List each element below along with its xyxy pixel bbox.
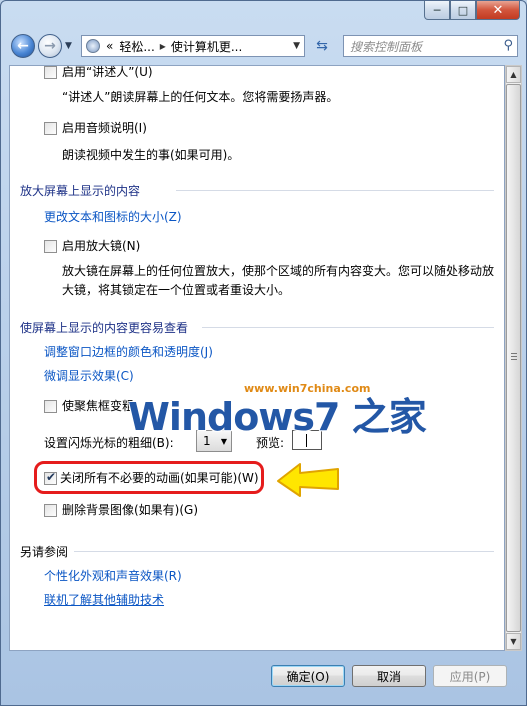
arrow-right-icon: → (44, 38, 56, 54)
personalize-link[interactable]: 个性化外观和声音效果(R) (44, 567, 182, 584)
text-cursor-icon (306, 434, 307, 447)
control-panel-window: ─ □ ✕ ← → ▼ « 轻松... ▸ 使计算机更... ▼ ⇆ 搜索控制面… (0, 0, 527, 706)
magnifier-description: 放大镜在屏幕上的任何位置放大，使那个区域的所有内容变大。您可以随处移动放大镜，将… (62, 264, 495, 297)
settings-content: 启用“讲述人”(U) “讲述人”朗读屏幕上的任何文本。您将需要扬声器。 启用音频… (9, 65, 505, 651)
magnify-section-title: 放大屏幕上显示的内容 (20, 184, 141, 198)
breadcrumb-separator-icon[interactable]: ▸ (160, 39, 166, 53)
cursor-thickness-value: 1 (203, 434, 211, 448)
magnifier-label[interactable]: 启用放大镜(N) (62, 237, 140, 254)
watermark-url: www.win7china.com (244, 382, 371, 395)
scrollbar-thumb[interactable] (506, 84, 521, 632)
breadcrumb-ease-of-access[interactable]: 轻松... (119, 38, 154, 55)
watermark-logo-text: Windows7 之家 (128, 395, 427, 439)
thick-focus-checkbox[interactable] (44, 400, 57, 413)
ok-button[interactable]: 确定(O) (271, 665, 345, 687)
scroll-down-icon[interactable]: ▼ (506, 633, 521, 650)
minimize-button[interactable]: ─ (424, 1, 450, 20)
fine-tune-display-link[interactable]: 微调显示效果(C) (44, 367, 134, 384)
section-divider (202, 327, 494, 328)
arrow-left-icon: ← (17, 38, 29, 54)
cursor-thickness-select[interactable]: 1 ▼ (196, 430, 232, 452)
address-bar[interactable]: « 轻松... ▸ 使计算机更... ▼ (81, 35, 305, 57)
easier-view-section-title: 使屏幕上显示的内容更容易查看 (20, 321, 189, 335)
recent-pages-dropdown[interactable]: ▼ (65, 41, 72, 51)
control-panel-icon (86, 39, 100, 53)
remove-background-checkbox[interactable] (44, 504, 57, 517)
navigation-bar: ← → ▼ « 轻松... ▸ 使计算机更... ▼ ⇆ 搜索控制面板 ⚲ (9, 31, 518, 61)
narrator-checkbox[interactable] (44, 66, 57, 79)
audio-description-label[interactable]: 启用音频说明(I) (62, 119, 147, 136)
narrator-description: “讲述人”朗读屏幕上的任何文本。您将需要扬声器。 (62, 90, 339, 104)
chevron-down-icon[interactable]: ▼ (293, 41, 300, 51)
grip-icon (511, 353, 517, 361)
see-also-title: 另请参阅 (20, 545, 69, 559)
caption-buttons: ─ □ ✕ (424, 1, 520, 21)
cursor-thickness-label: 设置闪烁光标的粗细(B): (44, 436, 174, 450)
breadcrumb-overflow[interactable]: « (106, 39, 113, 53)
change-text-size-link[interactable]: 更改文本和图标的大小(Z) (44, 208, 182, 225)
search-icon[interactable]: ⚲ (503, 38, 513, 53)
chevron-down-icon: ▼ (220, 436, 227, 446)
close-button[interactable]: ✕ (476, 1, 520, 20)
cancel-button[interactable]: 取消 (352, 665, 426, 687)
disable-animations-checkbox[interactable] (44, 470, 57, 485)
maximize-button[interactable]: □ (450, 1, 476, 20)
dialog-footer: 确定(O) 取消 应用(P) (9, 653, 522, 701)
magnifier-checkbox[interactable] (44, 240, 57, 253)
apply-button[interactable]: 应用(P) (433, 665, 507, 687)
annotation-arrow-icon (277, 463, 339, 497)
audio-description-text: 朗读视频中发生的事(如果可用)。 (62, 148, 240, 162)
audio-description-checkbox[interactable] (44, 122, 57, 135)
thick-focus-label[interactable]: 使聚焦框变粗 (62, 397, 134, 414)
refresh-icon: ⇆ (316, 38, 328, 54)
section-divider (74, 551, 494, 552)
refresh-button[interactable]: ⇆ (309, 35, 335, 57)
back-button[interactable]: ← (11, 34, 35, 58)
disable-animations-label[interactable]: 关闭所有不必要的动画(如果可能)(W) (60, 469, 259, 486)
cursor-preview (292, 430, 322, 450)
remove-background-label[interactable]: 删除背景图像(如果有)(G) (62, 501, 198, 518)
scroll-up-icon[interactable]: ▲ (506, 66, 521, 83)
section-divider (176, 190, 494, 191)
preview-label: 预览: (256, 436, 285, 450)
search-input[interactable]: 搜索控制面板 ⚲ (343, 35, 518, 57)
forward-button[interactable]: → (38, 34, 62, 58)
breadcrumb-current-page[interactable]: 使计算机更... (171, 38, 242, 55)
search-placeholder: 搜索控制面板 (350, 39, 423, 54)
window-border-color-link[interactable]: 调整窗口边框的颜色和透明度(J) (44, 343, 213, 360)
narrator-label[interactable]: 启用“讲述人”(U) (62, 66, 153, 80)
assistive-tech-link[interactable]: 联机了解其他辅助技术 (44, 591, 164, 608)
vertical-scrollbar[interactable]: ▲ ▼ (505, 65, 522, 651)
